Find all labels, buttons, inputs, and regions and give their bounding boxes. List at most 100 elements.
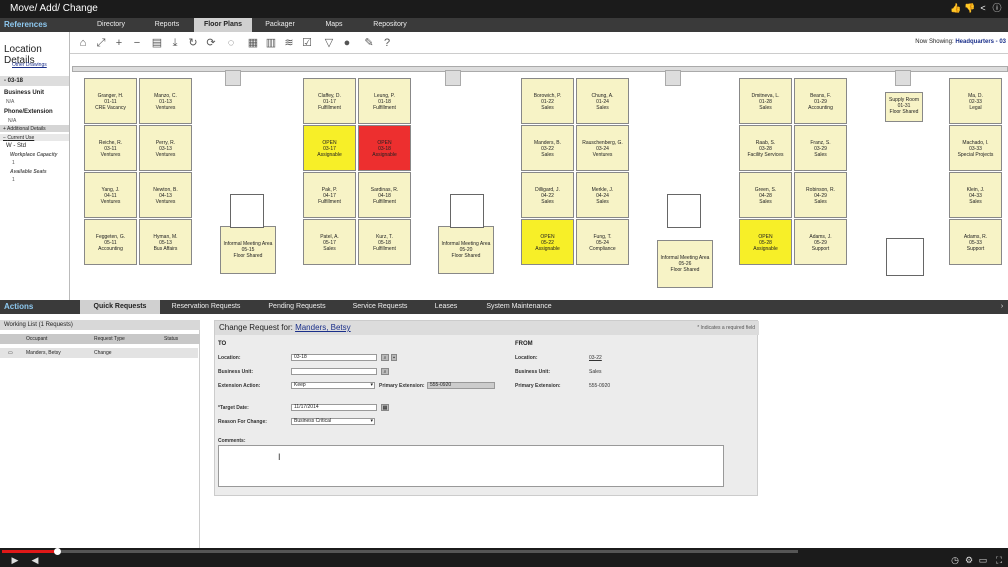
form-person-link[interactable]: Manders, Betsy [295,323,351,332]
search-icon[interactable]: ⌕ [381,368,389,375]
tab-quick-requests[interactable]: Quick Requests [80,300,160,314]
room-04-24[interactable]: Merkle, J. 04-24 Sales [576,172,629,218]
room-05-28[interactable]: OPEN 05-28 Assignable [739,219,792,265]
additional-details-section[interactable]: + Additional Details [0,125,69,132]
room-01-28[interactable]: Dmitneva, L. 01-28 Sales [739,78,792,124]
filter-icon[interactable]: ▽ [322,36,336,50]
meeting-area-05-26[interactable]: Informal Meeting Area 05-26 Floor Shared [657,240,713,288]
fullscreen-icon[interactable]: ⛶ [994,555,1004,565]
meeting-area-05-15[interactable]: Informal Meeting Area 05-15 Floor Shared [220,226,276,274]
print-icon[interactable]: ▤ [150,36,164,50]
location-input[interactable]: 03-18 [291,354,377,361]
reason-select[interactable]: Business Critical ▾ [291,418,375,425]
stack-icon[interactable]: ≋ [282,36,296,50]
calendar-icon[interactable]: ▦ [381,404,389,411]
room-03-29[interactable]: Franz, S. 03-29 Sales [794,125,847,171]
layers-icon[interactable]: ▦ [246,36,260,50]
room-04-17[interactable]: Pak, P. 04-17 Fulfillment [303,172,356,218]
person-icon[interactable]: ● [340,36,354,50]
room-04-29[interactable]: Robinson, R. 04-29 Sales [794,172,847,218]
comments-textarea[interactable] [218,445,724,487]
room-03-18[interactable]: OPEN 03-18 Assignable [358,125,411,171]
progress-track[interactable] [2,548,798,555]
table-row[interactable]: ▭ Manders, Betsy Change [0,348,198,358]
thumbs-up-icon[interactable]: 👍 [950,3,961,14]
tab-directory[interactable]: Directory [82,18,140,32]
watch-later-icon[interactable]: ◷ [950,555,960,565]
room-01-17[interactable]: Claffey, D. 01-17 Fulfillment [303,78,356,124]
share-icon[interactable]: < [978,3,988,14]
tab-system-maintenance[interactable]: System Maintenance [476,300,562,314]
progress-handle[interactable] [53,548,61,555]
tab-pending-requests[interactable]: Pending Requests [260,300,334,314]
room-04-28[interactable]: Green, S. 04-28 Sales [739,172,792,218]
refresh-icon[interactable]: ↻ [186,36,200,50]
tab-floor-plans[interactable]: Floor Plans [194,18,252,32]
primary-extension-input[interactable]: 555-0920 [427,382,495,389]
rotate-icon[interactable]: ⟳ [204,36,218,50]
room-05-24[interactable]: Fung, T. 05-24 Compliance [576,219,629,265]
target-date-input[interactable]: 11/17/2014 [291,404,377,411]
room-04-11[interactable]: Yang, J. 04-11 Ventures [84,172,137,218]
tab-reservation-requests[interactable]: Reservation Requests [164,300,248,314]
settings-icon[interactable]: ⚙ [964,555,974,565]
room-03-28[interactable]: Raab, S. 03-28 Facility Services [739,125,792,171]
room-01-29[interactable]: Beans, F. 01-29 Accounting [794,78,847,124]
clear-icon[interactable]: ▪ [391,354,397,361]
extension-action-select[interactable]: Keep ▾ [291,382,375,389]
download-icon[interactable]: ⤓ [168,36,182,50]
play-icon[interactable]: ▶ [10,555,20,565]
now-showing-value[interactable]: Headquarters - 03 [955,39,1006,45]
reset-icon[interactable]: ◌ [224,36,238,50]
room-01-24[interactable]: Chung, A. 01-24 Sales [576,78,629,124]
tab-leases[interactable]: Leases [426,300,466,314]
room-04-22[interactable]: Dilligard, J. 04-22 Sales [521,172,574,218]
room-05-22[interactable]: OPEN 05-22 Assignable [521,219,574,265]
room-02-33[interactable]: Ma, D. 02-33 Legal [949,78,1002,124]
room-05-17[interactable]: Patel, A. 05-17 Sales [303,219,356,265]
tab-service-requests[interactable]: Service Requests [346,300,414,314]
floor-plan-canvas[interactable]: Granger, H. 01-11 CRE Vacancy Manzo, C. 01-1… [70,54,1008,300]
expand-icon[interactable]: ⤢ [94,36,108,50]
room-05-29[interactable]: Adams, J. 05-29 Support [794,219,847,265]
collapse-icon[interactable]: › [996,300,1008,314]
home-icon[interactable]: ⌂ [76,36,90,50]
room-01-11[interactable]: Granger, H. 01-11 CRE Vacancy [84,78,137,124]
room-03-33[interactable]: Machado, I. 03-33 Special Projects [949,125,1002,171]
room-03-13[interactable]: Perry, R. 03-13 Ventures [139,125,192,171]
tab-reports[interactable]: Reports [140,18,194,32]
search-icon[interactable]: ⌕ [381,354,389,361]
business-unit-input[interactable] [291,368,377,375]
meeting-area-01-31[interactable]: Supply Room 01-31 Floor Shared [885,92,923,122]
tab-packager[interactable]: Packager [252,18,308,32]
tab-repository[interactable]: Repository [360,18,420,32]
info-icon[interactable]: ⓘ [992,3,1002,14]
room-05-33[interactable]: Adams, R. 05-33 Support [949,219,1002,265]
room-03-17[interactable]: OPEN 03-17 Assignable [303,125,356,171]
room-01-22[interactable]: Borowich, P. 01-22 Sales [521,78,574,124]
help-icon[interactable]: ? [380,36,394,50]
room-01-18[interactable]: Leung, P. 01-18 Fulfillment [358,78,411,124]
room-05-13[interactable]: Hyman, M. 05-13 Bus Affairs [139,219,192,265]
wrench-icon[interactable]: ✎ [362,36,376,50]
zoom-in-icon[interactable]: + [112,36,126,50]
tab-maps[interactable]: Maps [308,18,360,32]
room-04-18[interactable]: Sardinas, R. 04-18 Fulfillment [358,172,411,218]
volume-icon[interactable]: ◀ [30,555,40,565]
from-location-value[interactable]: 03-22 [589,355,602,361]
theater-icon[interactable]: ▭ [978,555,988,565]
room-05-11[interactable]: Feggeten, G. 05-11 Accounting [84,219,137,265]
thumbs-down-icon[interactable]: 👎 [964,3,975,14]
room-03-24[interactable]: Rauschenberg, G. 03-24 Ventures [576,125,629,171]
database-icon[interactable]: ▥ [264,36,278,50]
other-drawings-link[interactable]: Other Drawings [12,62,47,68]
room-04-13[interactable]: Newton, B. 04-13 Ventures [139,172,192,218]
room-01-13[interactable]: Manzo, C. 01-13 Ventures [139,78,192,124]
room-03-11[interactable]: Reiche, R. 03-11 Ventures [84,125,137,171]
checkbox-icon[interactable]: ☑ [300,36,314,50]
room-05-18[interactable]: Kurz, T. 05-18 Fulfillment [358,219,411,265]
meeting-area-05-20[interactable]: Informal Meeting Area 05-20 Floor Shared [438,226,494,274]
room-03-22[interactable]: Manders, B. 03-22 Sales [521,125,574,171]
zoom-out-icon[interactable]: − [130,36,144,50]
current-use-section[interactable]: − Current Use [0,134,69,141]
